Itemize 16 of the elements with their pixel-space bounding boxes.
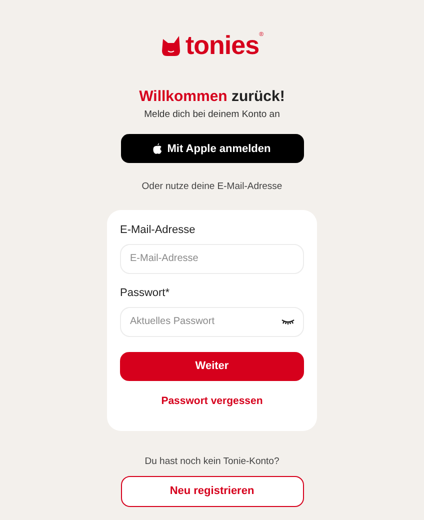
divider-text: Oder nutze deine E-Mail-Adresse [142, 180, 282, 194]
register-prompt: Du hast noch kein Tonie-Konto? [144, 455, 280, 470]
cat-head-icon [160, 35, 180, 57]
subtitle: Melde dich bei deinem Konto an [144, 108, 280, 122]
field-label: Passwort* [120, 286, 171, 300]
continue-button[interactable]: Weiter [120, 352, 304, 380]
welcome-heading: Willkommen zurück! [139, 88, 285, 106]
email-field[interactable]: E-Mail-Adresse [120, 244, 304, 274]
apple-signin-button[interactable]: Mit Apple anmelden [120, 134, 304, 164]
apple-icon [153, 143, 162, 154]
closed-eye-icon[interactable] [281, 318, 295, 324]
forgot-password-link[interactable]: Passwort vergessen [161, 394, 263, 410]
logo-wordmark: tonies [186, 33, 260, 57]
field-label: E-Mail-Adresse [120, 224, 196, 236]
password-field[interactable]: Aktuelles Passwort [120, 306, 304, 336]
register-button[interactable]: Neu registrieren [120, 476, 304, 506]
